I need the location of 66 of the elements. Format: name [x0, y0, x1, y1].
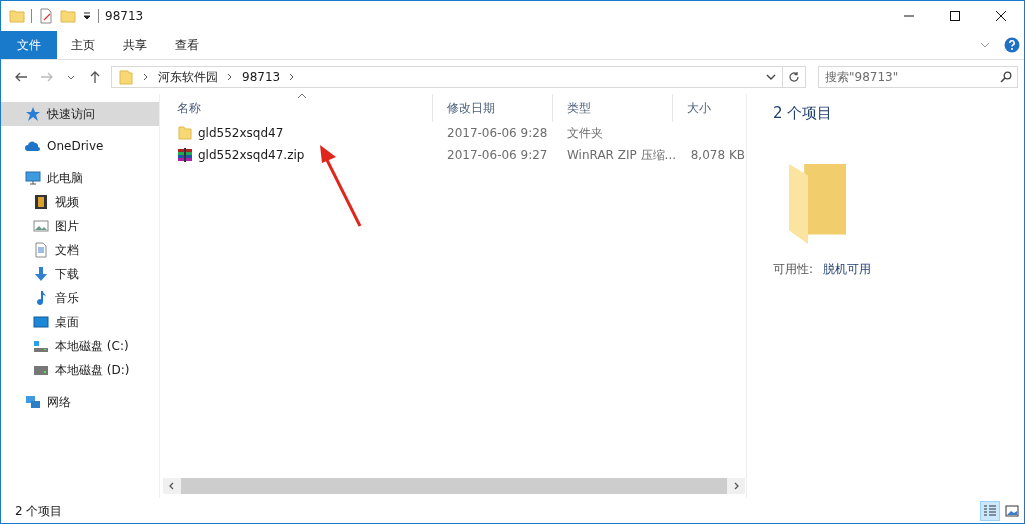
document-icon — [33, 242, 49, 258]
large-folder-icon — [789, 163, 846, 245]
refresh-icon — [788, 71, 800, 83]
refresh-button[interactable] — [782, 66, 806, 88]
nav-item[interactable]: 本地磁盘 (D:) — [1, 358, 159, 382]
search-icon — [1000, 71, 1012, 83]
horizontal-scrollbar[interactable] — [163, 478, 745, 494]
status-text: 2 个项目 — [15, 502, 63, 520]
property-label: 可用性: — [773, 261, 814, 278]
size-cell-text: 8,078 KB — [689, 148, 745, 162]
nav-item[interactable]: 此电脑 — [1, 166, 159, 190]
nav-item[interactable]: 桌面 — [1, 310, 159, 334]
network-icon — [25, 394, 41, 410]
list-icon — [983, 504, 997, 518]
nav-item[interactable]: 本地磁盘 (C:) — [1, 334, 159, 358]
chevron-icon[interactable] — [226, 73, 234, 81]
download-icon — [33, 266, 49, 282]
folder-icon — [177, 125, 193, 141]
drive-icon — [33, 338, 49, 354]
details-view-button[interactable] — [980, 501, 1000, 521]
monitor-icon — [25, 170, 41, 186]
nav-item[interactable]: OneDrive — [1, 134, 159, 158]
window-title: 98713 — [105, 9, 144, 23]
picture-icon — [33, 218, 49, 234]
desktop-icon — [33, 314, 49, 330]
date-cell-text: 2017-06-06 9:27 — [446, 148, 549, 162]
nav-item[interactable]: 视频 — [1, 190, 159, 214]
dropdown-icon[interactable] — [82, 11, 92, 21]
property-value: 脱机可用 — [823, 261, 872, 278]
column-header[interactable]: 类型 — [553, 94, 673, 122]
column-header[interactable]: 名称 — [163, 94, 433, 122]
search-field[interactable]: 搜索"98713" — [818, 66, 1018, 88]
close-icon — [996, 11, 1006, 21]
breadcrumb[interactable]: 98713 — [242, 70, 281, 84]
nav-item[interactable]: 图片 — [1, 214, 159, 238]
chevron-icon[interactable] — [142, 73, 150, 81]
file-name[interactable]: gld552xsqd47 — [163, 125, 433, 141]
back-icon[interactable] — [14, 70, 28, 84]
date-cell-text: 2017-06-06 9:28 — [446, 126, 549, 140]
column-header[interactable]: 大小 — [673, 94, 745, 122]
type-cell-text: 文件夹 — [566, 124, 604, 142]
help-icon[interactable] — [1004, 37, 1020, 53]
folder-icon — [9, 8, 25, 24]
address-bar[interactable]: 河东软件园 98713 — [111, 66, 783, 88]
breadcrumb[interactable]: 河东软件园 — [158, 68, 218, 86]
archive-icon — [177, 147, 193, 163]
maximize-icon — [950, 11, 960, 21]
nav-item[interactable]: 音乐 — [1, 286, 159, 310]
file-name[interactable]: gld552xsqd47.zip — [163, 147, 433, 163]
expand-ribbon-icon[interactable] — [980, 40, 990, 50]
scroll-left-icon[interactable] — [168, 482, 176, 490]
nav-item[interactable]: 快速访问 — [1, 102, 159, 126]
nav-item[interactable]: 文档 — [1, 238, 159, 262]
column-header[interactable]: 修改日期 — [433, 94, 553, 122]
image-icon — [1005, 504, 1019, 518]
dropdown-icon[interactable] — [766, 72, 776, 82]
properties-icon[interactable] — [38, 8, 54, 24]
folder-icon — [118, 69, 134, 85]
up-icon[interactable] — [88, 70, 102, 84]
scroll-right-icon[interactable] — [732, 482, 740, 490]
film-icon — [33, 194, 49, 210]
star-icon — [25, 106, 41, 122]
item-count: 2 个项目 — [773, 104, 834, 123]
nav-item[interactable]: 下载 — [1, 262, 159, 286]
nav-item[interactable]: 网络 — [1, 390, 159, 414]
type-cell-text: WinRAR ZIP 压缩... — [566, 146, 673, 164]
